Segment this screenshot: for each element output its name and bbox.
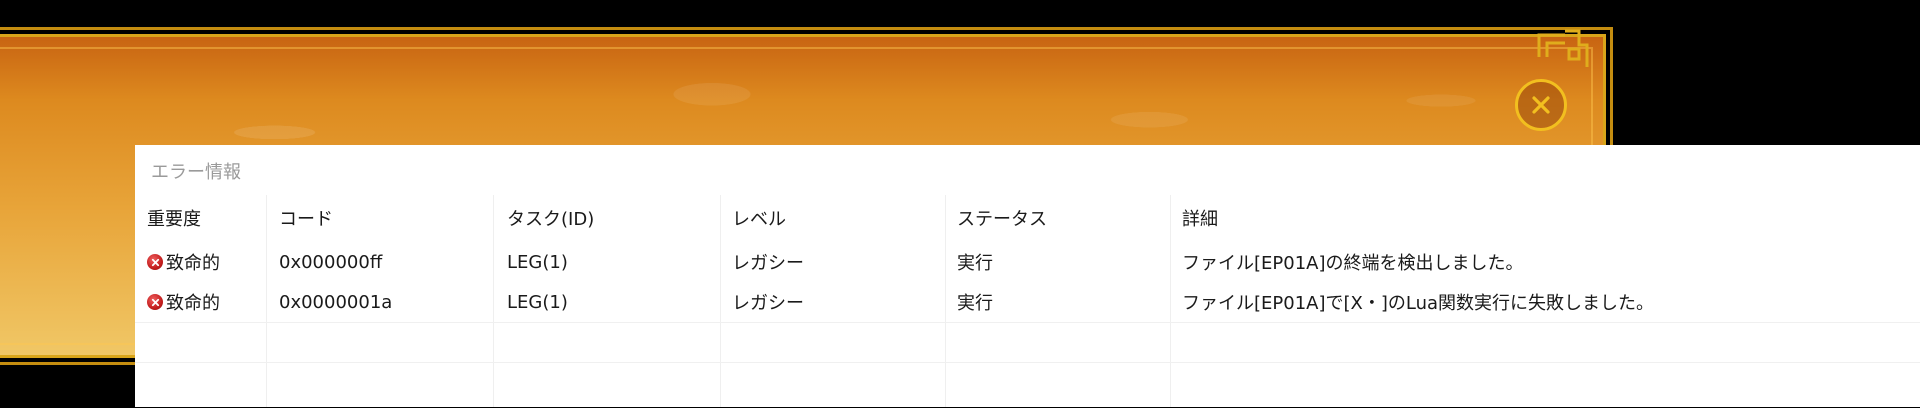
column-header-severity[interactable]: 重要度 <box>147 195 201 241</box>
status-cell: 実行 <box>957 253 993 274</box>
table-header-row: 重要度 コード タスク(ID) レベル ステータス 詳細 <box>135 195 1920 241</box>
error-table: 重要度 コード タスク(ID) レベル ステータス 詳細 致命的 0x00000… <box>135 195 1920 407</box>
empty-table-row <box>135 322 1920 363</box>
severity-label: 致命的 <box>166 253 220 274</box>
severity-label: 致命的 <box>166 293 220 314</box>
task-cell: LEG(1) <box>507 291 568 313</box>
column-header-detail[interactable]: 詳細 <box>1182 195 1218 241</box>
column-header-level[interactable]: レベル <box>732 195 786 241</box>
level-cell: レガシー <box>732 253 804 274</box>
corner-ornament-icon <box>1535 27 1591 83</box>
error-x-icon <box>147 294 163 310</box>
severity-cell: 致命的 <box>147 242 220 282</box>
status-cell: 実行 <box>957 293 993 314</box>
detail-cell: ファイル[EP01A]で[X・]のLua関数実行に失敗しました。 <box>1182 293 1655 314</box>
column-header-code[interactable]: コード <box>279 195 333 241</box>
task-cell: LEG(1) <box>507 251 568 273</box>
code-cell: 0x0000001a <box>279 291 393 313</box>
detail-cell: ファイル[EP01A]の終端を検出しました。 <box>1182 253 1524 274</box>
table-row[interactable]: 致命的 0x000000ff LEG(1) レガシー 実行 ファイル[EP01A… <box>135 242 1920 282</box>
column-header-task[interactable]: タスク(ID) <box>507 195 594 241</box>
empty-table-row <box>135 362 1920 408</box>
error-info-panel: エラー情報 重要度 コード タスク(ID) レベル ステータス 詳細 致命的 0… <box>135 145 1920 407</box>
level-cell: レガシー <box>732 293 804 314</box>
severity-cell: 致命的 <box>147 282 220 322</box>
code-cell: 0x000000ff <box>279 251 383 273</box>
column-header-status[interactable]: ステータス <box>957 195 1047 241</box>
error-x-icon <box>147 254 163 270</box>
close-icon[interactable] <box>1515 79 1567 131</box>
table-row[interactable]: 致命的 0x0000001a LEG(1) レガシー 実行 ファイル[EP01A… <box>135 282 1920 322</box>
panel-title: エラー情報 <box>151 162 241 183</box>
